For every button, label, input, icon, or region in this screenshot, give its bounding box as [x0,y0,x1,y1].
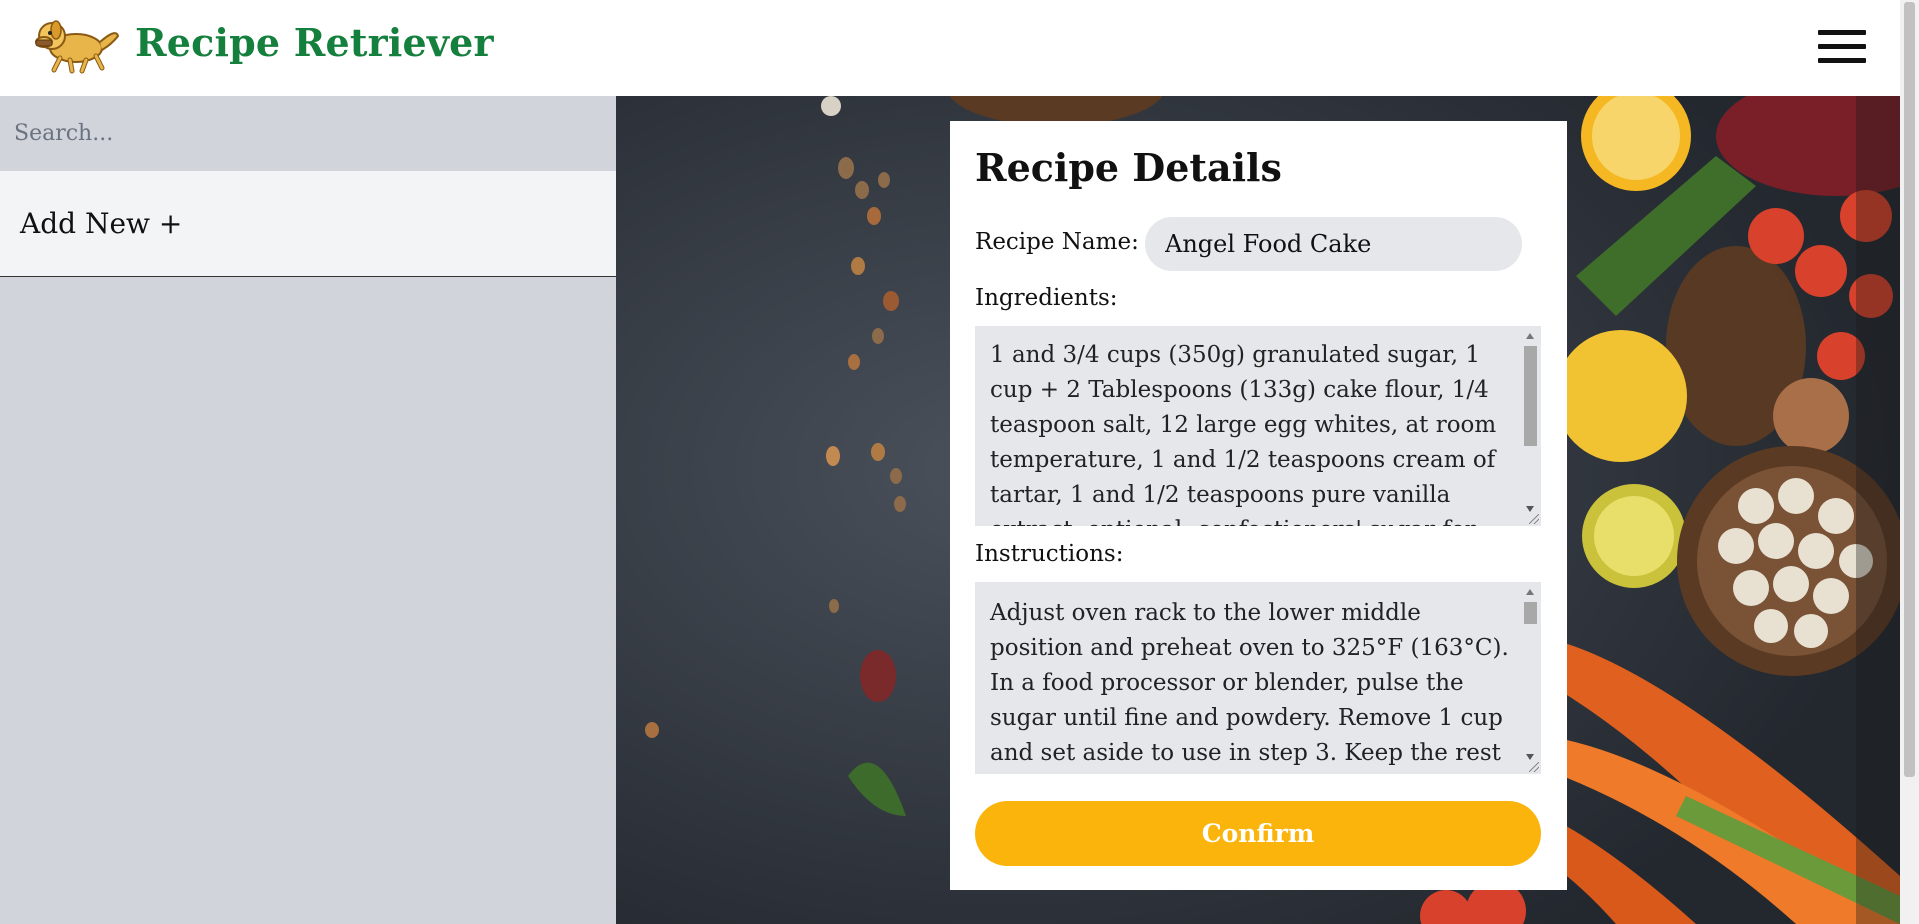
hamburger-menu-icon[interactable] [1818,30,1866,64]
scroll-up-arrow-icon[interactable] [1526,333,1534,339]
sidebar: Add New + [0,96,616,924]
instructions-scrollbar[interactable] [1523,582,1537,774]
confirm-button[interactable]: Confirm [975,801,1541,866]
instructions-text[interactable]: Adjust oven rack to the lower middle pos… [990,596,1521,774]
instructions-textarea[interactable]: Adjust oven rack to the lower middle pos… [975,582,1541,774]
ingredients-text[interactable]: 1 and 3/4 cups (350g) granulated sugar, … [990,338,1509,526]
ingredients-scrollbar[interactable] [1523,326,1537,526]
page-scrollbar-thumb[interactable] [1904,2,1915,777]
resize-grip-icon[interactable] [1529,514,1539,524]
recipe-name-input[interactable] [1145,217,1522,271]
ingredients-textarea[interactable]: 1 and 3/4 cups (350g) granulated sugar, … [975,326,1541,526]
scroll-up-arrow-icon[interactable] [1526,589,1534,595]
modal-title: Recipe Details [975,145,1282,190]
add-new-button[interactable]: Add New + [0,171,616,277]
scroll-down-arrow-icon[interactable] [1526,506,1534,512]
recipe-details-modal: Recipe Details Recipe Name: Ingredients:… [950,121,1567,890]
resize-grip-icon[interactable] [1529,762,1539,772]
scroll-down-arrow-icon[interactable] [1526,754,1534,760]
ingredients-label: Ingredients: [975,285,1118,311]
scrollbar-thumb[interactable] [1524,602,1537,624]
top-header: Recipe Retriever [0,0,1900,96]
instructions-label: Instructions: [975,541,1124,567]
recipe-name-label: Recipe Name: [975,229,1139,255]
golden-retriever-logo-icon[interactable] [30,14,122,74]
search-input[interactable] [0,96,616,171]
app-title[interactable]: Recipe Retriever [135,20,494,65]
page-scrollbar[interactable] [1900,0,1919,924]
scrollbar-thumb[interactable] [1524,346,1537,446]
